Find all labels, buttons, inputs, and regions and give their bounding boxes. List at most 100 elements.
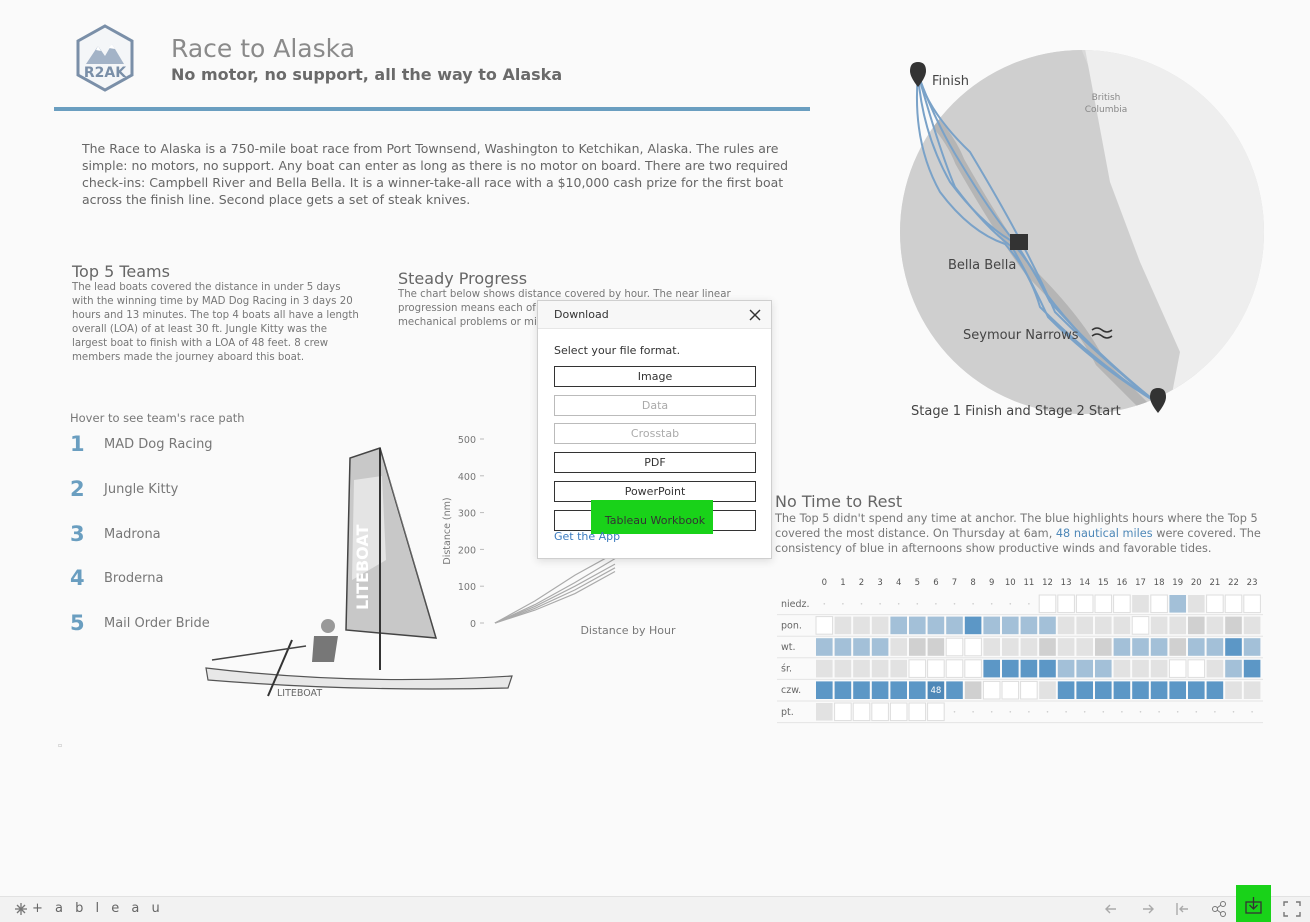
heat-cell [1150, 681, 1168, 699]
heat-cell [1057, 659, 1075, 678]
dialog-title: Download [554, 308, 609, 321]
placeholder-dot: ▫ [58, 742, 63, 749]
heat-cell [1132, 659, 1149, 678]
top5-title: Top 5 Teams [72, 262, 170, 281]
heat-cell [1095, 638, 1112, 656]
undo-icon[interactable] [1100, 899, 1122, 919]
empty-cell [1176, 711, 1179, 713]
get-the-app-link[interactable]: Get the App [554, 530, 620, 543]
heat-cell [1169, 638, 1186, 656]
heat-cell [1225, 616, 1242, 635]
heat-cell [1169, 616, 1186, 635]
heat-cell [1150, 659, 1168, 678]
team-name: Madrona [104, 526, 161, 542]
team-rank: 1 [70, 432, 85, 456]
empty-cell [879, 603, 881, 605]
hour-label: 13 [1061, 578, 1072, 588]
team-name: Broderna [104, 570, 164, 586]
hour-label: 21 [1209, 578, 1220, 588]
empty-cell [1009, 711, 1012, 713]
heat-cell [815, 616, 834, 635]
heat-cell [1113, 659, 1131, 678]
heat-cell [853, 638, 870, 656]
empty-cell [1195, 711, 1198, 713]
powerpoint-button[interactable]: PowerPoint [554, 481, 756, 502]
team-rank: 4 [70, 566, 85, 590]
heat-cell [1132, 681, 1149, 699]
heat-cell [1206, 594, 1224, 614]
y-tick-label: 300 [458, 509, 476, 520]
heat-cell [871, 616, 889, 635]
hour-label: 5 [915, 578, 920, 588]
heat-cell [945, 637, 964, 657]
header-divider [54, 107, 810, 111]
hourly-heatmap: 0 1 2 3 4 5 6 7 8 9 10 11 12 13 14 15 16 17 18 19 20 21 22 23ni… [777, 578, 1263, 724]
empty-cell [860, 603, 863, 605]
empty-cell [897, 603, 900, 605]
crosstab-button[interactable]: Crosstab [554, 423, 756, 444]
heat-cell [816, 638, 833, 656]
empty-cell [916, 603, 919, 605]
hour-label: 14 [1079, 578, 1090, 588]
no-time-description: The Top 5 didn't spend any time at ancho… [775, 512, 1261, 555]
empty-cell [1232, 711, 1235, 713]
heat-cell [1150, 638, 1168, 656]
empty-cell [1028, 711, 1030, 713]
heat-cell [1187, 659, 1206, 678]
heat-cell [816, 703, 833, 721]
heat-cell [908, 702, 927, 722]
heat-cell [1002, 638, 1019, 656]
revert-icon[interactable] [1172, 899, 1194, 919]
hour-label: 23 [1247, 578, 1258, 588]
empty-cell [1028, 603, 1030, 605]
team-row-3[interactable]: 3 Madrona [70, 522, 161, 546]
heat-cell [909, 638, 926, 656]
team-rank: 3 [70, 522, 85, 546]
heat-cell [1225, 638, 1242, 656]
tableau-workbook-button[interactable]: Tableau Workbook [554, 500, 756, 534]
heat-cell [927, 659, 945, 678]
pdf-button[interactable]: PDF [554, 452, 756, 473]
close-icon[interactable] [747, 307, 763, 323]
top5-description: The lead boats covered the distance in u… [72, 282, 359, 363]
hour-label: 3 [877, 578, 882, 588]
hour-label: 20 [1191, 578, 1202, 588]
team-row-2[interactable]: 2 Jungle Kitty [70, 477, 178, 501]
heat-cell [1206, 638, 1224, 656]
redo-icon[interactable] [1137, 899, 1159, 919]
heat-cell [853, 616, 870, 635]
team-row-1[interactable]: 1 MAD Dog Racing [70, 432, 213, 456]
map-label-bc: British [1092, 93, 1121, 103]
y-tick-label: 0 [470, 619, 476, 630]
hour-label: 22 [1228, 578, 1239, 588]
heat-cell [1188, 638, 1205, 656]
hour-label: 10 [1005, 578, 1016, 588]
share-icon[interactable] [1208, 899, 1230, 919]
empty-cell [1158, 711, 1160, 713]
image-button[interactable]: Image [554, 366, 756, 387]
team-row-4[interactable]: 4 Broderna [70, 566, 164, 590]
y-tick-label: 100 [458, 582, 476, 593]
intro-paragraph: The Race to Alaska is a 750-mile boat ra… [82, 141, 789, 207]
heat-cell [1188, 595, 1205, 613]
steady-progress-title: Steady Progress [398, 269, 528, 288]
heat-cell [1225, 681, 1242, 699]
heat-cell [1075, 594, 1094, 614]
heat-cell [946, 681, 963, 699]
heat-cell [964, 616, 982, 635]
hour-label: 17 [1135, 578, 1146, 588]
hour-label: 15 [1098, 578, 1109, 588]
team-row-5[interactable]: 5 Mail Order Bride [70, 611, 210, 635]
heat-cell [1020, 659, 1038, 678]
heat-cell [1206, 659, 1224, 678]
map-label-finish: Finish [932, 74, 969, 89]
download-button[interactable] [1236, 885, 1271, 922]
fullscreen-icon[interactable] [1281, 899, 1303, 919]
data-button[interactable]: Data [554, 395, 756, 416]
heat-cell [1150, 616, 1168, 635]
page-subtitle: No motor, no support, all the way to Ala… [171, 65, 563, 84]
heat-cell [1095, 681, 1112, 699]
tableau-brand[interactable]: + a b l e a u [14, 901, 164, 916]
heat-cell [1039, 659, 1056, 678]
heat-cell [816, 681, 833, 699]
